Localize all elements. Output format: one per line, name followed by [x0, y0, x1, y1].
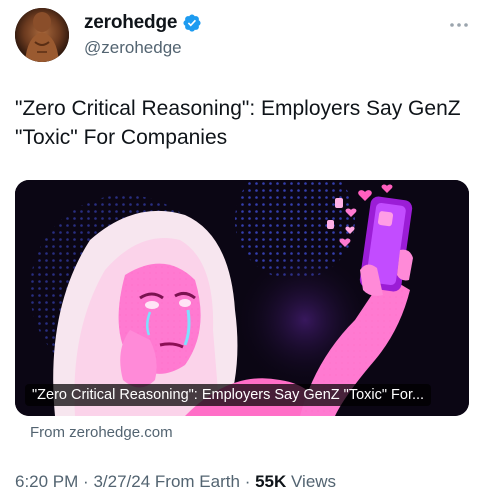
tweet-meta: 6:20 PM · 3/27/24 From Earth · 55K Views	[15, 472, 336, 492]
tweet-date[interactable]: 3/27/24	[93, 472, 150, 491]
author-handle[interactable]: @zerohedge	[84, 38, 182, 58]
tweet-text: "Zero Critical Reasoning": Employers Say…	[15, 97, 461, 149]
author-name-row[interactable]: zerohedge	[84, 12, 202, 34]
meta-separator: ·	[83, 472, 89, 491]
views-count: 55K	[255, 472, 287, 491]
views-label: Views	[291, 472, 337, 491]
tweet-time[interactable]: 6:20 PM	[15, 472, 78, 491]
card-caption: "Zero Critical Reasoning": Employers Say…	[25, 384, 432, 406]
avatar-image	[15, 8, 69, 62]
verified-badge-icon	[183, 14, 201, 32]
more-horizontal-icon[interactable]	[448, 20, 470, 30]
meta-separator: ·	[244, 472, 251, 491]
card-image	[15, 180, 469, 416]
link-card[interactable]: "Zero Critical Reasoning": Employers Say…	[15, 180, 469, 416]
card-source[interactable]: From zerohedge.com	[30, 424, 173, 441]
avatar[interactable]	[15, 8, 69, 62]
tweet-location: From Earth	[154, 472, 240, 491]
author-display-name[interactable]: zerohedge	[84, 12, 177, 34]
